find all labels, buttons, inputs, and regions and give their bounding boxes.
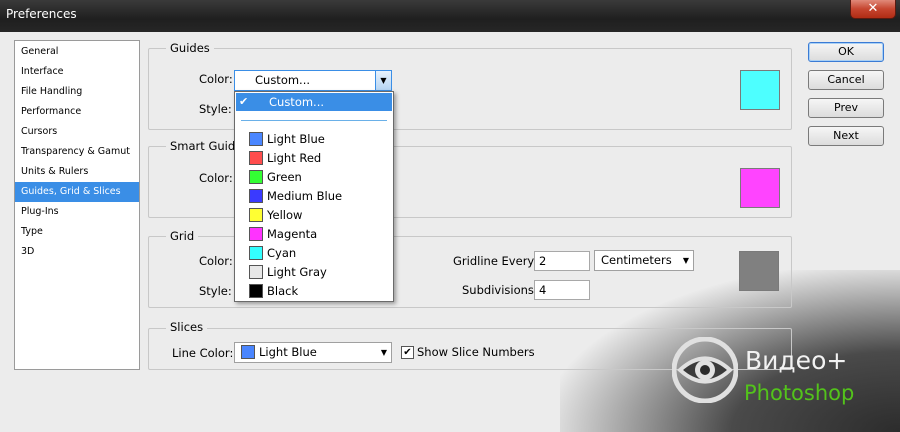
dropdown-option-label: Custom...	[269, 95, 325, 109]
gridline-every-input[interactable]: 2	[534, 251, 590, 271]
smart-guides-color-label: Color:	[199, 171, 233, 185]
gridline-every-label: Gridline Every:	[453, 254, 538, 268]
dropdown-option-label: Green	[267, 170, 302, 184]
sidebar-item[interactable]: 3D	[15, 242, 139, 262]
close-button[interactable]: ✕	[850, 0, 896, 19]
color-swatch-icon	[249, 265, 263, 279]
color-swatch-icon	[249, 151, 263, 165]
dropdown-option-custom[interactable]: ✔ Custom...	[236, 93, 392, 111]
grid-title: Grid	[166, 229, 199, 243]
color-swatch-icon	[249, 208, 263, 222]
sidebar-item[interactable]: Cursors	[15, 122, 139, 142]
title-bar: Preferences ✕	[0, 0, 900, 32]
subdivisions-label: Subdivisions:	[462, 283, 538, 297]
checkmark-icon: ✔	[403, 347, 412, 358]
dropdown-option[interactable]: Magenta	[249, 225, 317, 244]
chevron-down-icon[interactable]: ▼	[375, 71, 391, 90]
chevron-down-icon: ▼	[380, 348, 387, 357]
dropdown-option-label: Light Gray	[267, 265, 327, 279]
sidebar-item[interactable]: Interface	[15, 62, 139, 82]
sidebar-item[interactable]: Guides, Grid & Slices	[15, 182, 139, 202]
dropdown-option[interactable]: Light Red	[249, 149, 321, 168]
chevron-down-icon: ▼	[682, 256, 689, 265]
dropdown-option[interactable]: Light Blue	[249, 130, 325, 149]
gridline-units-select[interactable]: Centimeters ▼	[594, 250, 694, 271]
close-icon: ✕	[867, 1, 879, 16]
dropdown-option[interactable]: Medium Blue	[249, 187, 342, 206]
dropdown-option[interactable]: Black	[249, 282, 298, 301]
dropdown-option-label: Magenta	[267, 227, 318, 241]
show-slice-numbers-label: Show Slice Numbers	[417, 345, 535, 359]
dropdown-option-label: Yellow	[267, 208, 303, 222]
dropdown-separator	[241, 120, 387, 121]
slice-line-color-value: Light Blue	[259, 345, 317, 359]
color-swatch-icon	[249, 246, 263, 260]
sidebar-item[interactable]: Plug-Ins	[15, 202, 139, 222]
watermark-line-2: Photoshop	[744, 381, 855, 405]
guides-color-value: Custom...	[255, 73, 311, 87]
dropdown-option-label: Black	[267, 284, 299, 298]
gridline-units-value: Centimeters	[601, 253, 672, 267]
checkmark-icon: ✔	[239, 95, 249, 108]
guides-color-swatch[interactable]	[740, 70, 780, 110]
sidebar-item[interactable]: File Handling	[15, 82, 139, 102]
guides-color-dropdown-list: ✔ Custom... Light Blue Light Red Green Medi…	[234, 91, 394, 302]
eye-logo-icon	[672, 337, 738, 403]
dropdown-option-label: Cyan	[267, 246, 297, 260]
guides-color-select[interactable]: Custom... ▼	[234, 70, 392, 91]
dropdown-option[interactable]: Green	[249, 168, 302, 187]
dropdown-option[interactable]: Yellow	[249, 206, 302, 225]
subdivisions-input[interactable]: 4	[534, 280, 590, 300]
prev-button[interactable]: Prev	[808, 98, 884, 118]
color-swatch-icon	[249, 227, 263, 241]
smart-guides-color-swatch[interactable]	[740, 168, 780, 208]
dropdown-option-label: Light Blue	[267, 132, 325, 146]
dropdown-option[interactable]: Cyan	[249, 244, 296, 263]
ok-button[interactable]: OK	[808, 42, 884, 62]
color-swatch-icon	[249, 170, 263, 184]
preferences-sidebar: General Interface File Handling Performance…	[14, 40, 140, 370]
color-swatch-icon	[249, 189, 263, 203]
window-title: Preferences	[6, 7, 77, 21]
grid-color-swatch[interactable]	[739, 251, 779, 291]
slice-line-color-label: Line Color:	[172, 346, 234, 360]
color-swatch-icon	[249, 284, 263, 298]
dropdown-option-label: Medium Blue	[267, 189, 343, 203]
cancel-button[interactable]: Cancel	[808, 70, 884, 90]
guides-style-label: Style:	[199, 102, 232, 116]
sidebar-item[interactable]: Performance	[15, 102, 139, 122]
guides-title: Guides	[166, 41, 214, 55]
watermark-line-1: Видео+	[745, 346, 848, 375]
grid-style-label: Style:	[199, 284, 232, 298]
show-slice-numbers-checkbox[interactable]: ✔	[401, 346, 414, 359]
next-button[interactable]: Next	[808, 126, 884, 146]
grid-color-label: Color:	[199, 254, 233, 268]
slices-title: Slices	[166, 320, 208, 334]
sidebar-item[interactable]: Units & Rulers	[15, 162, 139, 182]
dropdown-option-label: Light Red	[267, 151, 322, 165]
sidebar-item[interactable]: Type	[15, 222, 139, 242]
color-swatch-icon	[249, 132, 263, 146]
guides-color-label: Color:	[199, 72, 233, 86]
sidebar-item[interactable]: Transparency & Gamut	[15, 142, 139, 162]
dropdown-option[interactable]: Light Gray	[249, 263, 327, 282]
slice-line-color-swatch	[241, 345, 255, 359]
slice-line-color-select[interactable]: Light Blue ▼	[234, 342, 392, 363]
sidebar-item[interactable]: General	[15, 42, 139, 62]
